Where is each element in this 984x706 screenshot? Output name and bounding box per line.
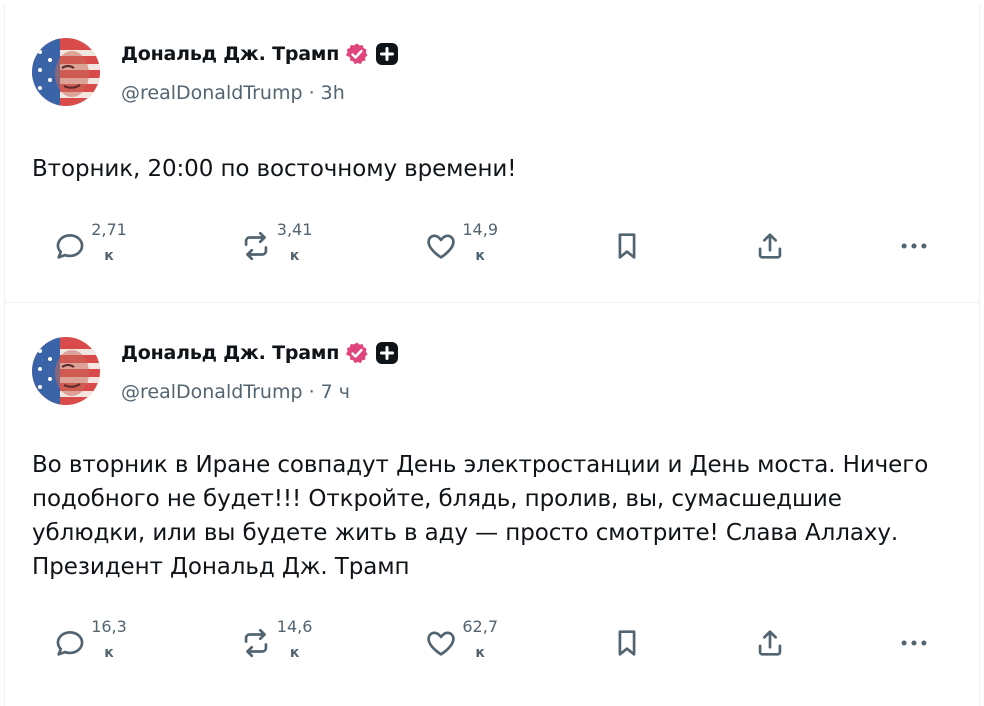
share-icon: [759, 630, 782, 656]
reply-icon: [56, 631, 84, 656]
like-button[interactable]: 14,9 к: [424, 220, 500, 266]
post-text: Вторник, 20:00 по восточному времени!: [32, 156, 517, 182]
reply-button[interactable]: 16,3 к: [53, 617, 129, 663]
more-button[interactable]: [897, 220, 931, 263]
like-count: 14,9 к: [462, 220, 498, 264]
post-text: Во вторник в Иране совпадут День электро…: [32, 452, 929, 580]
timeline: Дональд Дж. Трамп @realDonaldTrump · 3h …: [4, 4, 980, 706]
repost-button[interactable]: 14,6 к: [239, 617, 315, 663]
avatar[interactable]: [32, 337, 100, 405]
avatar[interactable]: [32, 38, 100, 106]
action-bar: 2,71 к 3,41 к 14,9 к: [53, 220, 931, 266]
bookmark-icon: [618, 630, 636, 656]
more-icon: [901, 243, 927, 249]
more-button[interactable]: [897, 617, 931, 660]
repost-icon: [244, 628, 267, 658]
handle[interactable]: @realDonaldTrump: [121, 82, 303, 104]
bookmark-button[interactable]: [610, 617, 644, 660]
share-button[interactable]: [753, 220, 787, 263]
reply-button[interactable]: 2,71 к: [53, 220, 129, 266]
post[interactable]: Дональд Дж. Трамп @realDonaldTrump · 3h …: [5, 4, 979, 303]
action-bar: 16,3 к 14,6 к 62,7 к: [53, 617, 931, 663]
handle-row: @realDonaldTrump · 7 ч: [121, 381, 350, 403]
more-icon: [901, 640, 927, 646]
bookmark-button[interactable]: [610, 220, 644, 263]
bookmark-icon: [618, 233, 636, 259]
affiliate-plus-icon[interactable]: [375, 42, 399, 66]
share-icon: [759, 233, 782, 259]
dot-separator: ·: [308, 82, 321, 104]
handle[interactable]: @realDonaldTrump: [121, 381, 303, 403]
heart-icon: [427, 631, 455, 656]
affiliate-plus-icon[interactable]: [375, 341, 399, 365]
repost-count: 14,6 к: [276, 617, 313, 661]
repost-count: 3,41 к: [276, 220, 313, 264]
timestamp[interactable]: 7 ч: [321, 381, 350, 403]
display-name[interactable]: Дональд Дж. Трамп: [121, 342, 339, 364]
reply-count: 16,3 к: [91, 617, 127, 661]
repost-button[interactable]: 3,41 к: [239, 220, 315, 266]
handle-row: @realDonaldTrump · 3h: [121, 82, 345, 104]
repost-icon: [244, 231, 267, 261]
verified-badge-icon[interactable]: [345, 341, 369, 365]
heart-icon: [427, 234, 455, 259]
like-count: 62,7 к: [462, 617, 498, 661]
timestamp[interactable]: 3h: [321, 82, 345, 104]
verified-badge-icon[interactable]: [345, 42, 369, 66]
like-button[interactable]: 62,7 к: [424, 617, 500, 663]
reply-count: 2,71 к: [91, 220, 127, 264]
reply-icon: [56, 234, 84, 259]
post[interactable]: Дональд Дж. Трамп @realDonaldTrump · 7 ч…: [5, 303, 979, 703]
share-button[interactable]: [753, 617, 787, 660]
display-name[interactable]: Дональд Дж. Трамп: [121, 43, 339, 65]
dot-separator: ·: [308, 381, 321, 403]
